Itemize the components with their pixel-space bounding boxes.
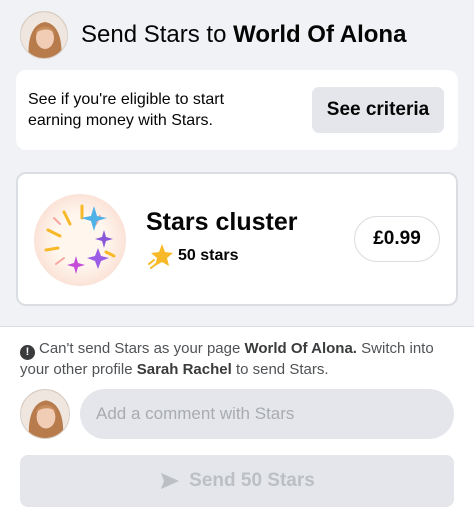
see-criteria-button[interactable]: See criteria bbox=[312, 87, 444, 133]
avatar-face-icon bbox=[21, 390, 69, 438]
comment-input[interactable] bbox=[80, 389, 454, 439]
info-icon: ! bbox=[20, 345, 35, 360]
page-notice: ! Can't send Stars as your page World Of … bbox=[20, 339, 460, 380]
criteria-text: See if you're eligible to start earning … bbox=[28, 91, 225, 129]
page-title: Send Stars to World Of Alona bbox=[81, 21, 406, 49]
page-avatar bbox=[20, 11, 68, 59]
criteria-card: See if you're eligible to start earning … bbox=[16, 70, 458, 150]
send-arrow-icon bbox=[161, 473, 180, 489]
comment-avatar bbox=[20, 389, 70, 439]
cluster-title: Stars cluster bbox=[146, 208, 298, 236]
title-prefix: Send Stars to bbox=[81, 21, 234, 48]
star-icon bbox=[148, 244, 173, 269]
notice-page-name: World Of Alona. bbox=[244, 340, 357, 357]
stars-cluster-option[interactable]: Stars cluster 50 stars £0.99 bbox=[16, 172, 458, 306]
notice-part3: to send Stars. bbox=[231, 361, 329, 378]
stars-cluster-icon bbox=[34, 194, 126, 286]
avatar-face-icon bbox=[21, 12, 67, 58]
send-panel: ! Can't send Stars as your page World Of … bbox=[0, 326, 474, 516]
price-button[interactable]: £0.99 bbox=[354, 216, 440, 262]
cluster-count: 50 stars bbox=[178, 247, 239, 264]
cluster-count-row: 50 stars bbox=[146, 242, 239, 270]
send-stars-button[interactable]: Send 50 Stars bbox=[20, 455, 454, 507]
notice-part1: Can't send Stars as your page bbox=[39, 340, 245, 357]
notice-profile-name: Sarah Rachel bbox=[136, 361, 232, 378]
title-page-name: World Of Alona bbox=[233, 21, 407, 48]
dialog-header: Send Stars to World Of Alona bbox=[0, 0, 474, 70]
send-button-label: Send 50 Stars bbox=[189, 470, 315, 491]
